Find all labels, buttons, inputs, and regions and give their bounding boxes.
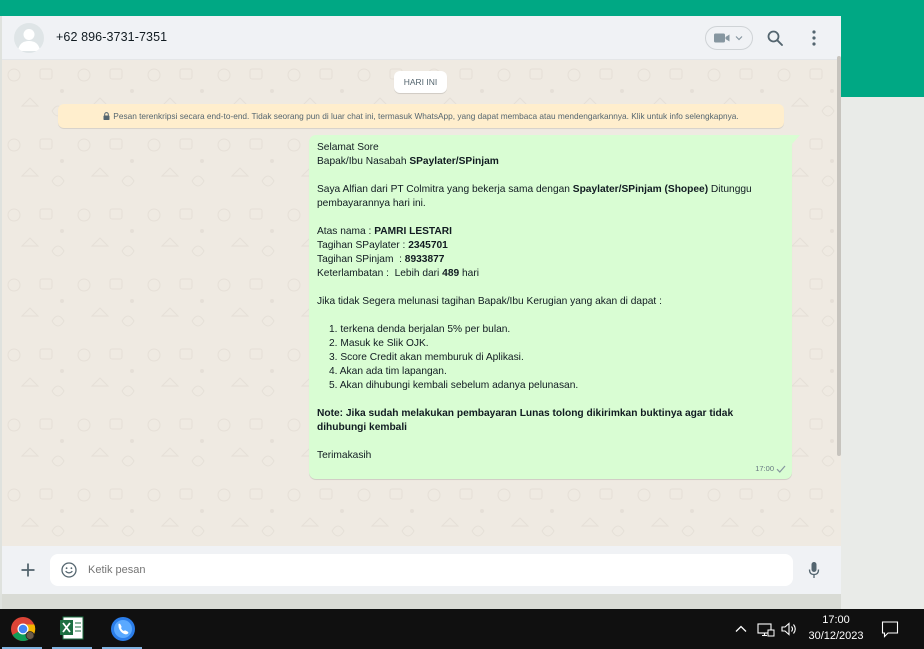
- list-item: 2. Masuk ke Slik OJK.: [329, 338, 429, 349]
- date-chip: HARI INI: [394, 71, 447, 93]
- excel-icon: [60, 616, 84, 640]
- encryption-notice-text: Pesan terenkripsi secara end-to-end. Tid…: [113, 111, 739, 121]
- menu-icon[interactable]: [807, 29, 821, 47]
- desktop-background: [841, 97, 924, 609]
- encryption-notice[interactable]: Pesan terenkripsi secara end-to-end. Tid…: [58, 104, 784, 128]
- phone-app-icon: [111, 617, 135, 641]
- message-input-box[interactable]: [50, 554, 793, 586]
- message-name: Atas nama : PAMRI LESTARI: [317, 226, 452, 237]
- message-addressee: Bapak/Ibu Nasabah SPaylater/SPinjam: [317, 156, 499, 167]
- message-spinjam: Tagihan SPinjam : 8933877: [317, 254, 445, 265]
- emoji-icon[interactable]: [61, 562, 77, 578]
- whatsapp-chat-window: +62 896-3731-7351 HARI INI Pesan terenkr…: [2, 16, 841, 594]
- taskbar-phone-app[interactable]: [100, 609, 144, 649]
- lock-icon: [103, 112, 110, 120]
- message-warning: Jika tidak Segera melunasi tagihan Bapak…: [317, 296, 662, 307]
- notification-icon[interactable]: [881, 620, 899, 638]
- windows-taskbar: 17:00 30/12/2023: [0, 609, 924, 649]
- desktop-accent-area: [841, 16, 924, 97]
- consequence-list: 1. terkena denda berjalan 5% per bulan. …: [317, 323, 784, 393]
- plus-icon[interactable]: [20, 562, 36, 578]
- message-input[interactable]: [88, 554, 778, 586]
- list-item: 5. Akan dihubungi kembali sebelum adanya…: [329, 380, 579, 391]
- chat-header[interactable]: +62 896-3731-7351: [2, 16, 841, 60]
- volume-icon[interactable]: [780, 621, 798, 637]
- message-meta: 17:00: [755, 462, 786, 476]
- chevron-down-icon: [735, 36, 743, 41]
- network-icon[interactable]: [757, 621, 775, 637]
- message-spaylater: Tagihan SPaylater : 2345701: [317, 240, 448, 251]
- taskbar-clock[interactable]: 17:00 30/12/2023: [804, 612, 868, 644]
- message-time: 17:00: [755, 464, 774, 473]
- list-item: 3. Score Credit akan memburuk di Aplikas…: [329, 352, 524, 363]
- sent-check-icon: [776, 465, 786, 473]
- message-closing: Terimakasih: [317, 450, 372, 461]
- chat-messages-area[interactable]: HARI INI Pesan terenkripsi secara end-to…: [2, 61, 841, 546]
- contact-name[interactable]: +62 896-3731-7351: [56, 30, 167, 44]
- mic-icon[interactable]: [808, 561, 820, 579]
- taskbar-excel[interactable]: [50, 609, 94, 649]
- message-greeting: Selamat Sore: [317, 142, 379, 153]
- desktop-top-bar: [0, 0, 924, 16]
- chrome-icon: [11, 617, 36, 642]
- video-call-button[interactable]: [705, 26, 753, 50]
- chat-scrollbar[interactable]: [837, 56, 841, 456]
- outgoing-message-bubble[interactable]: Selamat Sore Bapak/Ibu Nasabah SPaylater…: [309, 135, 792, 479]
- taskbar-chrome[interactable]: [0, 609, 44, 649]
- message-composer: [2, 546, 841, 594]
- list-item: 1. terkena denda berjalan 5% per bulan.: [329, 324, 511, 335]
- clock-time: 17:00: [822, 614, 850, 626]
- bubble-tail: [792, 135, 800, 144]
- message-intro-line2: pembayarannya hari ini.: [317, 198, 426, 209]
- list-item: 4. Akan ada tim lapangan.: [329, 366, 447, 377]
- video-call-icon: [714, 33, 743, 43]
- search-icon[interactable]: [766, 29, 784, 47]
- clock-date: 30/12/2023: [808, 630, 864, 642]
- message-intro: Saya Alfian dari PT Colmitra yang bekerj…: [317, 184, 752, 195]
- chevron-up-icon[interactable]: [734, 622, 748, 636]
- avatar-default-icon: [18, 29, 40, 51]
- contact-avatar[interactable]: [14, 23, 44, 53]
- message-note: Note: Jika sudah melakukan pembayaran Lu…: [317, 408, 734, 433]
- message-late: Keterlambatan : Lebih dari 489 hari: [317, 268, 479, 279]
